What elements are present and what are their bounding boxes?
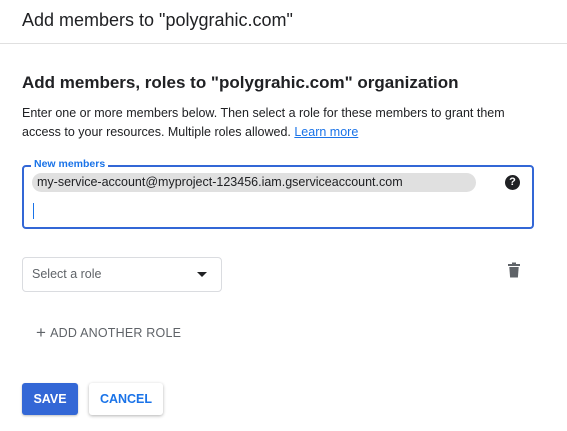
new-members-label: New members <box>31 158 109 170</box>
section-description: Enter one or more members below. Then se… <box>22 104 542 142</box>
description-text: Enter one or more members below. Then se… <box>22 106 505 139</box>
text-cursor <box>33 203 34 219</box>
dropdown-arrow-icon <box>197 272 207 277</box>
add-another-role-button[interactable]: + ADD ANOTHER ROLE <box>36 322 181 342</box>
dialog-title: Add members to "polygrahic.com" <box>22 10 293 30</box>
add-another-role-label: ADD ANOTHER ROLE <box>50 326 182 340</box>
plus-icon: + <box>36 323 47 342</box>
role-select[interactable]: Select a role <box>22 257 222 292</box>
section-title: Add members, roles to "polygrahic.com" o… <box>22 73 459 92</box>
trash-icon[interactable] <box>507 262 521 278</box>
save-button[interactable]: SAVE <box>22 383 78 415</box>
learn-more-link[interactable]: Learn more <box>294 125 358 139</box>
dialog-header: Add members to "polygrahic.com" <box>0 0 567 44</box>
member-chip[interactable]: my-service-account@myproject-123456.iam.… <box>32 173 476 192</box>
cancel-button[interactable]: CANCEL <box>89 383 163 415</box>
role-select-placeholder: Select a role <box>32 267 102 281</box>
new-members-field[interactable]: New members my-service-account@myproject… <box>22 158 534 229</box>
help-icon[interactable]: ? <box>505 175 520 190</box>
